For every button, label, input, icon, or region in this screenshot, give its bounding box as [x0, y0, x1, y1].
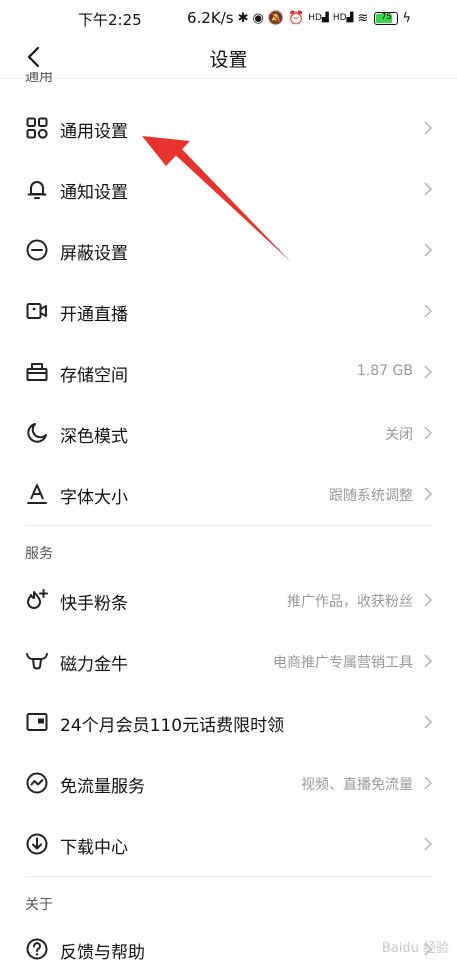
mute-bell-icon: 🔕	[267, 10, 284, 26]
header-divider	[0, 78, 457, 79]
chevron-right-icon	[424, 426, 433, 440]
row-free-data[interactable]: 免流量服务 视频、直播免流量	[0, 753, 457, 813]
chevron-right-icon	[424, 776, 433, 790]
vr-headset-icon: ◉	[252, 10, 264, 26]
row-label: 通知设置	[60, 183, 128, 203]
bluetooth-icon: ✱	[237, 10, 249, 26]
row-label: 开通直播	[60, 305, 128, 325]
row-label: 磁力金牛	[60, 655, 128, 675]
row-value: 关闭	[385, 427, 413, 443]
chevron-right-icon	[424, 304, 433, 318]
chevron-right-icon	[424, 182, 433, 196]
row-label: 深色模式	[60, 427, 128, 447]
status-time: 下午2:25	[78, 11, 142, 29]
row-label: 快手粉条	[60, 594, 128, 614]
row-label: 反馈与帮助	[60, 943, 145, 963]
row-storage[interactable]: 存储空间 1.87 GB	[0, 342, 457, 402]
chevron-right-icon	[424, 243, 433, 257]
row-membership-promo[interactable]: 24个月会员110元话费限时领	[0, 692, 457, 752]
download-icon	[26, 833, 48, 855]
row-download-center[interactable]: 下载中心	[0, 814, 457, 874]
chevron-right-icon	[424, 121, 433, 135]
watermark: Baidu 经验	[381, 941, 449, 956]
battery-level: 75	[381, 11, 392, 21]
moon-icon	[27, 423, 47, 443]
row-block-settings[interactable]: 屏蔽设置	[0, 220, 457, 280]
battery-icon: 75	[374, 11, 399, 25]
chevron-right-icon	[424, 837, 433, 851]
status-bar: 下午2:25 6.2K/s ✱ ◉ 🔕 ⏰ HD▟ HD▟ ≋ 75 ϟ	[0, 0, 457, 36]
charging-icon: ϟ	[402, 10, 411, 26]
bell-icon	[27, 181, 47, 199]
row-live-stream[interactable]: 开通直播	[0, 281, 457, 341]
block-icon	[26, 239, 48, 261]
bull-head-icon	[26, 653, 48, 670]
section-label-general: 通用	[25, 72, 53, 85]
row-label: 下载中心	[60, 838, 128, 858]
signal-icon-2: HD▟	[332, 13, 354, 23]
row-label: 存储空间	[60, 366, 128, 386]
row-general-settings[interactable]: 通用设置	[0, 98, 457, 158]
flame-plus-icon	[27, 589, 48, 609]
row-value: 电商推广专属营销工具	[273, 655, 413, 671]
page-title: 设置	[209, 49, 248, 71]
section-divider	[25, 525, 433, 526]
row-notification-settings[interactable]: 通知设置	[0, 159, 457, 219]
storage-box-icon	[26, 363, 48, 381]
row-value: 推广作品，收获粉丝	[287, 594, 413, 610]
row-label: 通用设置	[60, 122, 128, 142]
row-dark-mode[interactable]: 深色模式 关闭	[0, 403, 457, 463]
row-font-size[interactable]: 字体大小 跟随系统调整	[0, 464, 457, 524]
section-divider	[25, 876, 433, 877]
grid-icon	[26, 117, 48, 139]
row-value: 1.87 GB	[356, 363, 413, 379]
row-magnetic-bull[interactable]: 磁力金牛 电商推广专属营销工具	[0, 631, 457, 691]
chevron-right-icon	[424, 487, 433, 501]
font-size-icon	[27, 484, 47, 504]
signal-icon-1: HD▟	[308, 13, 329, 23]
nav-bar: 设置	[0, 36, 457, 78]
chevron-right-icon	[424, 715, 433, 729]
row-kuaishou-boost[interactable]: 快手粉条 推广作品，收获粉丝	[0, 570, 457, 630]
video-camera-icon	[26, 303, 47, 319]
network-speed: 6.2K/s	[187, 9, 234, 27]
card-icon	[26, 713, 48, 731]
chevron-right-icon	[424, 593, 433, 607]
status-icons: 6.2K/s ✱ ◉ 🔕 ⏰ HD▟ HD▟ ≋ 75 ϟ	[187, 9, 411, 27]
row-value: 跟随系统调整	[329, 488, 413, 504]
pulse-circle-icon	[26, 772, 48, 794]
section-label-about: 关于	[25, 897, 53, 913]
section-label-services: 服务	[25, 546, 53, 562]
row-value: 视频、直播免流量	[301, 777, 413, 793]
alarm-icon: ⏰	[288, 10, 305, 26]
row-label: 免流量服务	[60, 777, 145, 797]
row-label: 24个月会员110元话费限时领	[60, 716, 285, 736]
row-label: 字体大小	[60, 488, 128, 508]
help-circle-icon	[26, 938, 48, 960]
chevron-right-icon	[424, 654, 433, 668]
chevron-right-icon	[424, 365, 433, 379]
wifi-icon: ≋	[357, 10, 369, 26]
row-label: 屏蔽设置	[60, 244, 128, 264]
